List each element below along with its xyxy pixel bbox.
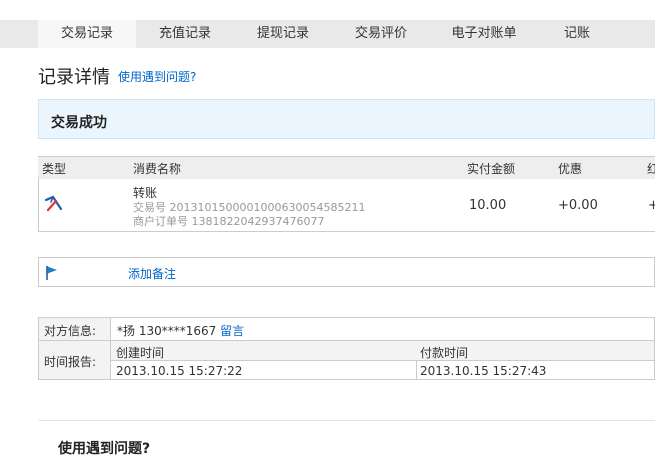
transfer-icon <box>44 195 63 212</box>
counterparty-name: *扬 130****1667 <box>117 324 217 338</box>
status-text: 交易成功 <box>51 115 107 131</box>
order-number: 商户订单号 1381822042937476077 <box>133 215 325 228</box>
faq-title: 使用遇到问题? <box>58 441 151 457</box>
col-extra: 红 <box>647 162 655 176</box>
page-title: 记录详情 <box>38 67 110 88</box>
tab-withdraw[interactable]: 提现记录 <box>234 20 332 48</box>
table-row-divider <box>38 231 655 232</box>
paid-amount: 10.00 <box>469 198 507 213</box>
help-link[interactable]: 使用遇到问题? <box>118 68 196 85</box>
tab-bookkeeping[interactable]: 记账 <box>538 20 616 48</box>
status-banner <box>38 99 655 139</box>
message-link[interactable]: 留言 <box>220 324 244 338</box>
paid-time-label: 付款时间 <box>420 346 469 360</box>
time-header-divider <box>111 360 654 361</box>
col-discount: 优惠 <box>558 162 583 176</box>
counterparty-label: 对方信息: <box>44 324 97 338</box>
discount-amount: +0.00 <box>558 198 598 213</box>
row-border-left <box>38 178 39 232</box>
extra-amount: + <box>648 198 655 213</box>
col-name: 消费名称 <box>133 162 182 176</box>
time-report-label: 时间报告: <box>44 355 97 369</box>
section-divider <box>38 420 655 421</box>
flag-icon <box>46 266 57 280</box>
col-type: 类型 <box>42 162 67 176</box>
col-amount: 实付金额 <box>467 162 516 176</box>
tab-transactions[interactable]: 交易记录 <box>38 20 136 48</box>
created-time-value: 2013.10.15 15:27:22 <box>116 364 243 378</box>
tab-reviews[interactable]: 交易评价 <box>332 20 430 48</box>
created-time-label: 创建时间 <box>116 346 165 360</box>
counterparty-value: *扬 130****1667 留言 <box>117 322 244 339</box>
add-note-link[interactable]: 添加备注 <box>128 265 176 282</box>
tab-recharge[interactable]: 充值记录 <box>136 20 234 48</box>
paid-time-value: 2013.10.15 15:27:43 <box>420 364 547 378</box>
tab-statement[interactable]: 电子对账单 <box>430 20 538 48</box>
time-header-bg <box>111 341 654 360</box>
